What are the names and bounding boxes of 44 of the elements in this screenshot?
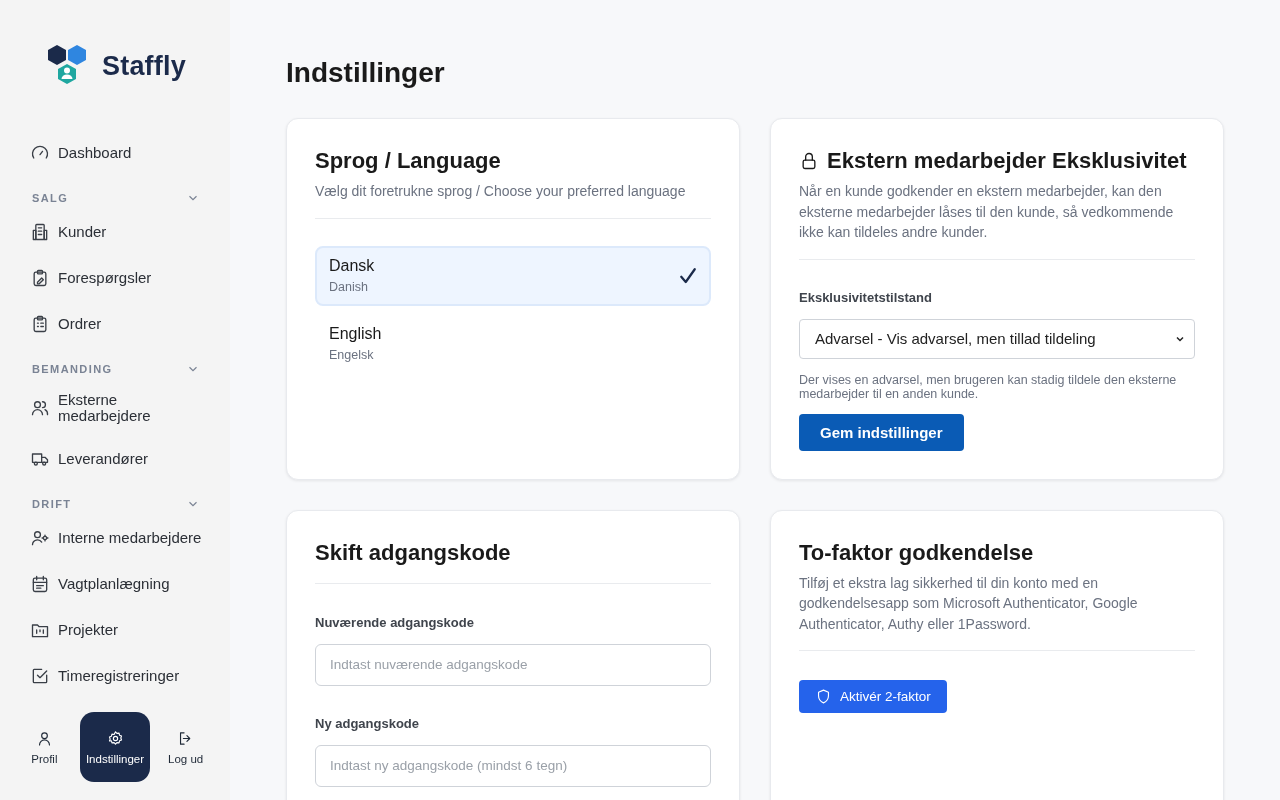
checkmark-icon: [679, 266, 697, 285]
calendar-icon: [30, 574, 50, 594]
user-gear-icon: [30, 528, 50, 548]
field-label: Ny adgangskode: [315, 715, 421, 731]
footer-tab[interactable]: Indstillinger: [79, 712, 151, 782]
nav-item[interactable]: Forespørgsler: [0, 255, 230, 301]
card-title: Ekstern medarbejder Eksklusivitet: [827, 147, 1187, 175]
checkbox-icon: [30, 666, 50, 686]
nav-item[interactable]: Projekter: [0, 607, 230, 653]
language-option[interactable]: Dansk Danish: [315, 245, 711, 306]
card-title: Sprog / Language: [315, 147, 501, 175]
card-subtitle: Vælg dit foretrukne sprog / Choose your preferred language: [315, 182, 687, 201]
password-field[interactable]: Indtast nuværende adgangskode: [315, 643, 711, 686]
brand-name: Staffly: [102, 50, 186, 82]
section-heading: BEMANDING: [32, 362, 113, 375]
nav-item[interactable]: Dashboard: [0, 130, 230, 176]
field-label: Nuværende adgangskode: [315, 614, 475, 630]
nav-item[interactable]: Leverandører: [0, 436, 230, 482]
help-text: Der vises en advarsel, men brugeren kan stadig tildele den eksterne medarbejder til en anden kunde.: [799, 372, 1178, 401]
page-title: Indstillinger: [286, 56, 446, 90]
footer-tab[interactable]: Log ud: [150, 712, 221, 782]
nav-item[interactable]: Kunder: [0, 209, 230, 255]
card-description: Tilføj et ekstra lag sikkerhed til din konto med en godkendelsesapp som Microsoft Authenticator, Google Authenticator, Authy eller 1Password.: [799, 573, 1139, 634]
nav-item[interactable]: Vagtplanlægning: [0, 561, 230, 607]
card-description: Når en kunde godkender en ekstern medarbejder, kan den eksterne medarbejder låses til den kunde, så vedkommende ikke kan tildeles andre kunder.: [799, 182, 1175, 242]
mode-select[interactable]: Advarsel - Vis advarsel, men tillad tildeling: [799, 318, 1195, 359]
password-field[interactable]: Indtast ny adgangskode (mindst 6 tegn): [315, 744, 711, 787]
nav-item[interactable]: Eksterne medarbejdere: [0, 380, 230, 436]
section-heading: SALG: [32, 191, 69, 204]
enable-2fa-button[interactable]: Aktivér 2-faktor: [799, 680, 947, 713]
language-option[interactable]: English Engelsk: [315, 313, 711, 374]
field-label: Eksklusivitetstilstand: [799, 289, 933, 305]
shield-icon: [815, 688, 832, 705]
settings-icon: [106, 729, 124, 747]
nav-item[interactable]: Interne medarbejdere: [0, 515, 230, 561]
section-heading: DRIFT: [32, 497, 72, 510]
nav-item[interactable]: Ordrer: [0, 301, 230, 347]
save-button[interactable]: Gem indstillinger: [799, 413, 964, 451]
nav-item[interactable]: Timeregistreringer: [0, 653, 230, 699]
card-title: Skift adgangskode: [315, 538, 511, 567]
users-icon: [30, 398, 50, 418]
card-title: To-faktor godkendelse: [799, 538, 1034, 567]
building-icon: [30, 222, 50, 242]
footer-tab[interactable]: Profil: [9, 712, 80, 782]
